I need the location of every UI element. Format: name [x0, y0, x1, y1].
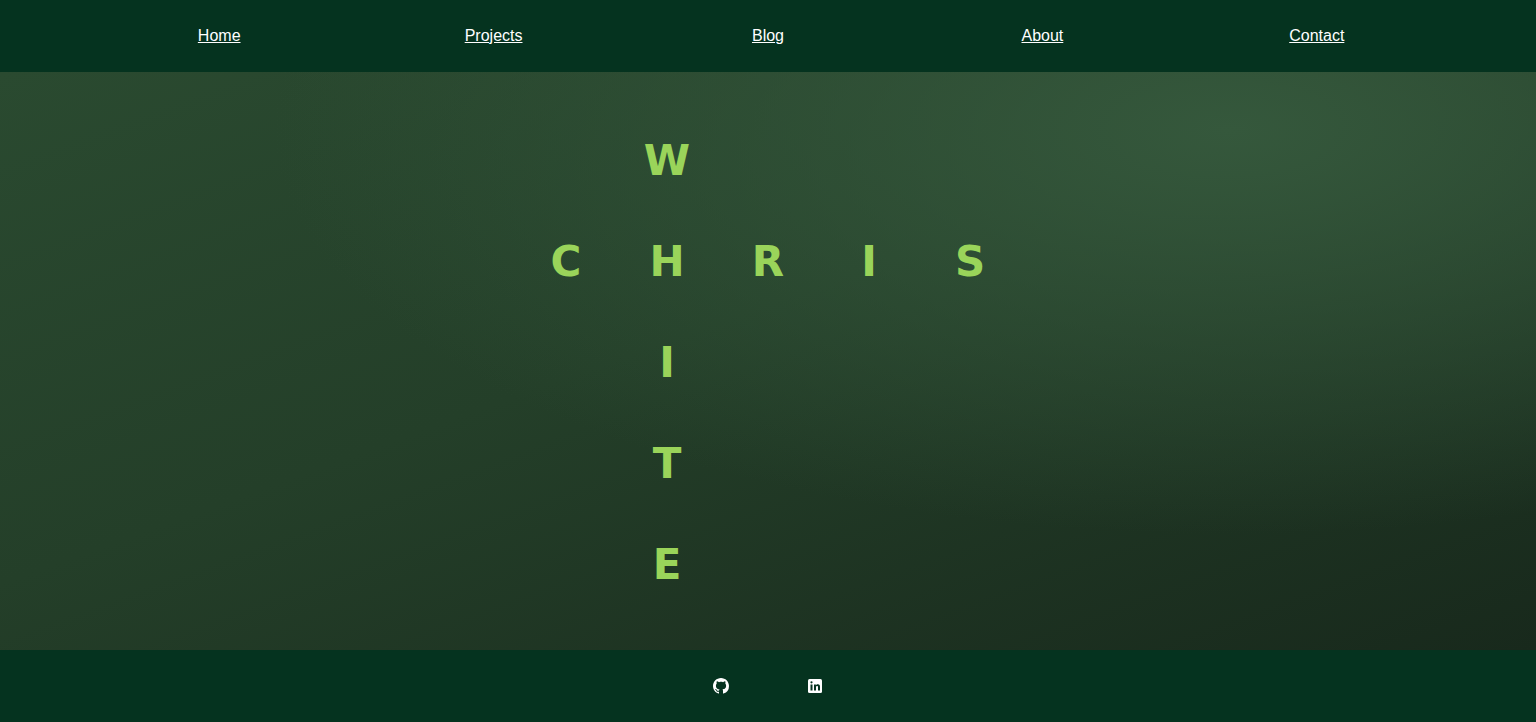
name-letter: W [617, 110, 718, 211]
name-letter: C [516, 211, 617, 312]
nav-bar: Home Projects Blog About Contact [0, 0, 1536, 72]
nav-item: Contact [1180, 27, 1454, 45]
name-letter: H [617, 211, 718, 312]
name-letter: T [617, 413, 718, 514]
name-letter: I [819, 211, 920, 312]
name-letter: I [617, 312, 718, 413]
linkedin-icon [807, 678, 823, 694]
name-letter: R [718, 211, 819, 312]
page: HomeProjectsBlogAboutContact CHRISWITE [0, 0, 1536, 722]
nav-link[interactable]: Blog [752, 27, 784, 44]
nav-link[interactable]: About [1021, 27, 1063, 44]
linkedin-link[interactable] [807, 678, 823, 694]
footer [0, 650, 1536, 722]
github-icon [713, 678, 729, 694]
nav-item: Home [82, 27, 356, 45]
name-letter: S [920, 211, 1021, 312]
name-crossword: CHRISWITE [516, 110, 1021, 615]
nav-item: Projects [356, 27, 630, 45]
hero: CHRISWITE [0, 72, 1536, 650]
nav-link[interactable]: Home [198, 27, 241, 44]
nav-item: Blog [631, 27, 905, 45]
nav-item: About [905, 27, 1179, 45]
nav-link[interactable]: Projects [465, 27, 523, 44]
github-link[interactable] [713, 678, 729, 694]
name-letter: E [617, 514, 718, 615]
nav-link[interactable]: Contact [1289, 27, 1344, 44]
